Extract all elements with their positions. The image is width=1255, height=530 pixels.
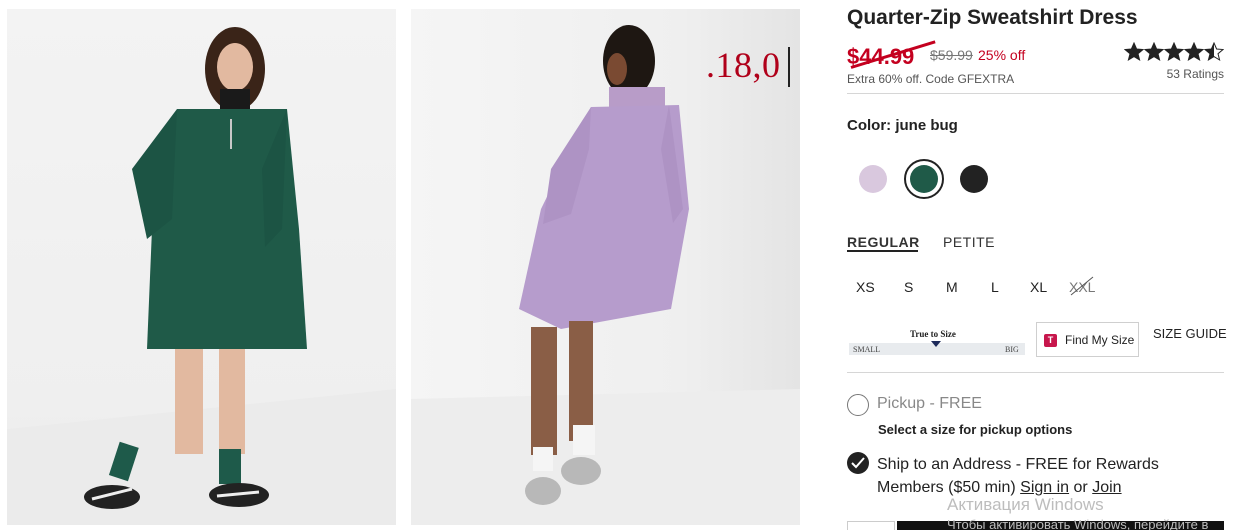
pickup-label[interactable]: Pickup - FREE bbox=[877, 395, 982, 413]
swatch-june-bug[interactable] bbox=[910, 165, 938, 193]
size-xl[interactable]: XL bbox=[1030, 279, 1047, 295]
size-guide-link[interactable]: SIZE GUIDE bbox=[1153, 326, 1227, 341]
size-s[interactable]: S bbox=[904, 279, 913, 295]
product-page: .18,0 Quarter-Zip Sweatshirt Dress $44.9… bbox=[0, 0, 1255, 530]
tab-active-underline bbox=[847, 250, 918, 252]
size-m[interactable]: M bbox=[946, 279, 958, 295]
windows-activation-title: Активация Windows bbox=[947, 495, 1104, 514]
ship-option[interactable]: Ship to an Address - FREE for Rewards Me… bbox=[877, 453, 1207, 499]
color-label-row: Color: june bug bbox=[847, 117, 958, 134]
overlay-price-text: .18,0 bbox=[706, 45, 781, 85]
product-image-back[interactable] bbox=[411, 9, 800, 525]
size-xs[interactable]: XS bbox=[856, 279, 875, 295]
checkmark-icon bbox=[851, 457, 865, 469]
true-fit-logo-icon: T bbox=[1044, 334, 1057, 347]
product-info-panel: Quarter-Zip Sweatshirt Dress $44.99 $59.… bbox=[847, 0, 1227, 530]
tab-regular[interactable]: REGULAR bbox=[847, 234, 920, 250]
sign-in-link[interactable]: Sign in bbox=[1020, 479, 1069, 496]
true-to-size-label: True to Size bbox=[910, 329, 956, 339]
color-label: Color: bbox=[847, 117, 892, 134]
find-my-size-button[interactable]: T Find My Size bbox=[1036, 322, 1139, 357]
promo-text: Extra 60% off. Code GFEXTRA bbox=[847, 72, 1015, 86]
model-green-dress-illustration bbox=[7, 27, 396, 525]
pickup-note: Select a size for pickup options bbox=[878, 422, 1073, 437]
divider bbox=[847, 93, 1224, 94]
or-text: or bbox=[1073, 479, 1088, 496]
pickup-radio[interactable] bbox=[847, 394, 869, 416]
unavailable-slash-icon bbox=[1070, 276, 1094, 296]
fit-scale-small: SMALL bbox=[853, 345, 881, 354]
price-original: $59.99 bbox=[930, 47, 973, 63]
fit-scale-big: BIG bbox=[1005, 345, 1019, 354]
star-rating-icon bbox=[1123, 41, 1225, 62]
product-title: Quarter-Zip Sweatshirt Dress bbox=[847, 6, 1138, 29]
ratings-count[interactable]: 53 Ratings bbox=[1167, 67, 1224, 81]
product-image-front[interactable] bbox=[7, 9, 396, 525]
text-caret bbox=[788, 47, 790, 87]
discount-label: 25% off bbox=[978, 47, 1026, 63]
model-lilac-dress-illustration bbox=[411, 25, 800, 525]
size-l[interactable]: L bbox=[991, 279, 999, 295]
quantity-box[interactable] bbox=[847, 521, 895, 530]
join-link[interactable]: Join bbox=[1092, 479, 1121, 496]
rating-stars[interactable] bbox=[1123, 41, 1225, 68]
windows-activation-text: Чтобы активировать Windows, перейдите в bbox=[947, 517, 1209, 530]
fit-marker-icon bbox=[931, 341, 941, 347]
swatch-lilac[interactable] bbox=[859, 165, 887, 193]
find-my-size-label: Find My Size bbox=[1065, 333, 1135, 347]
color-selected-name: june bug bbox=[895, 117, 958, 134]
ship-radio-checked[interactable] bbox=[847, 452, 869, 474]
divider bbox=[847, 372, 1224, 373]
tab-petite[interactable]: PETITE bbox=[943, 234, 995, 250]
swatch-black[interactable] bbox=[960, 165, 988, 193]
